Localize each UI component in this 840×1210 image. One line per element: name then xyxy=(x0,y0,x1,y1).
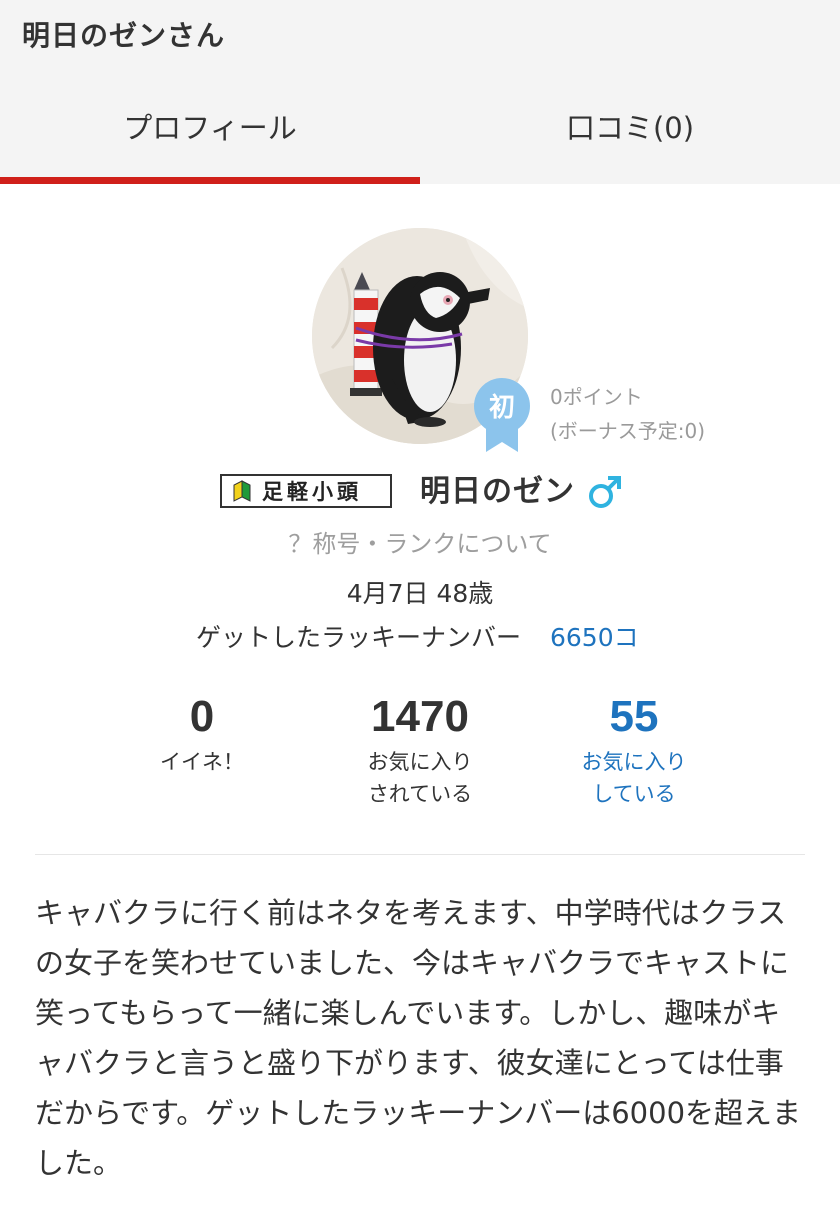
rank-title-badge: 足軽小頭 xyxy=(220,474,392,508)
profile-bio: キャバクラに行く前はネタを考えます、中学時代はクラスの女子を笑わせていました、今… xyxy=(35,896,802,1180)
stat-likes-value: 0 xyxy=(189,692,215,741)
rank-info-link[interactable]: ？称号・ランクについて xyxy=(0,524,840,559)
rank-title-text: 足軽小頭 xyxy=(262,479,362,504)
user-name: 明日のゼン xyxy=(420,474,575,509)
stat-favorited-by-label-line2: されている xyxy=(367,782,473,806)
beginner-leaf-icon xyxy=(233,480,251,502)
male-symbol-icon xyxy=(589,476,621,508)
stat-favoriting-label-line1[interactable]: お気に入り xyxy=(524,746,744,778)
points-info: 0ポイント (ボーナス予定:0) xyxy=(550,380,705,448)
stat-favorited-by: 1470 お気に入り されている xyxy=(310,690,530,810)
stat-favorited-by-label-line1: お気に入り xyxy=(367,750,473,774)
active-tab-indicator xyxy=(0,177,420,184)
page-title: 明日のゼンさん xyxy=(22,19,226,52)
badge-label: 初 xyxy=(489,393,515,423)
tab-profile[interactable]: プロフィール xyxy=(0,104,420,184)
beginner-badge-icon: 初 xyxy=(474,378,530,452)
stat-favoriting[interactable]: 55 お気に入り している xyxy=(524,690,744,810)
stat-likes-label: イイネ！ xyxy=(160,750,244,774)
points-value: 0ポイント xyxy=(550,385,643,409)
divider xyxy=(35,854,805,855)
tab-reviews[interactable]: 口コミ(0) xyxy=(420,104,840,184)
stat-favoriting-label[interactable]: お気に入り している xyxy=(524,746,744,810)
bonus-points: (ボーナス予定:0) xyxy=(550,419,706,443)
birthday-age: 4月7日 48歳 xyxy=(346,579,494,608)
top-bar: 明日のゼンさん プロフィール 口コミ(0) xyxy=(0,0,840,184)
stat-likes: 0 イイネ！ xyxy=(92,690,312,778)
lucky-number-value[interactable]: 6650コ xyxy=(550,618,639,654)
stat-favorited-by-label: お気に入り されている xyxy=(310,746,530,810)
lucky-number-label: ゲットしたラッキーナンバー xyxy=(196,623,522,652)
stat-favorited-by-value: 1470 xyxy=(371,692,469,741)
stat-favoriting-value[interactable]: 55 xyxy=(524,690,744,744)
stat-favoriting-label-line2[interactable]: している xyxy=(524,778,744,810)
